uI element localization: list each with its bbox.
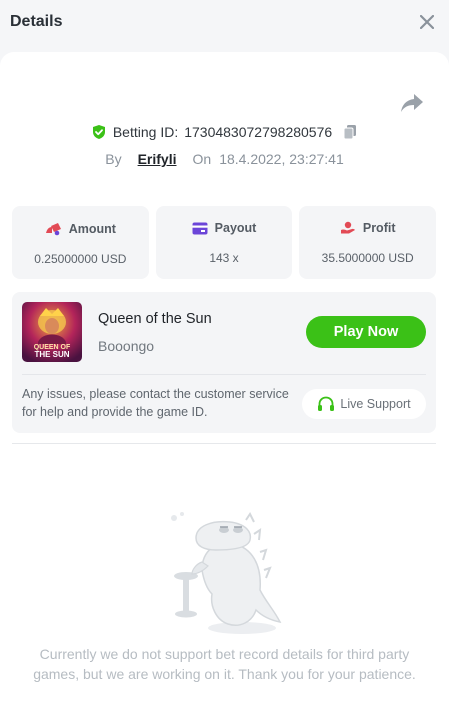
betting-id-label: Betting ID: <box>112 124 179 140</box>
thumb-text-line2: THE SUN <box>34 350 69 359</box>
payout-card-icon <box>192 222 208 234</box>
betting-id-row: Betting ID: 1730483072798280576 <box>0 124 449 140</box>
on-label: On <box>192 151 212 167</box>
betting-id-value: 1730483072798280576 <box>184 124 333 140</box>
bet-meta-row: By Erifyli On 18.4.2022, 23:27:41 <box>0 151 449 167</box>
stat-amount-label: Amount <box>68 221 116 236</box>
unsupported-notice: Currently we do not support bet record d… <box>33 646 416 682</box>
close-icon[interactable] <box>415 10 439 34</box>
divider <box>22 374 426 375</box>
profit-icon <box>340 221 355 234</box>
stat-profit-label: Profit <box>362 221 396 235</box>
page-title: Details <box>10 13 63 30</box>
copy-icon[interactable] <box>342 124 358 140</box>
play-now-button[interactable]: Play Now <box>306 316 426 348</box>
by-label: By <box>105 151 122 167</box>
stats-row: Amount 0.25000000 USD Payout 143 x Profi… <box>12 206 437 279</box>
live-support-label: Live Support <box>340 397 411 411</box>
empty-state-dino-illustration <box>162 510 286 640</box>
stat-payout-value: 143 x <box>209 251 239 265</box>
username-link[interactable]: Erifyli <box>138 151 177 167</box>
amount-icon <box>45 223 61 236</box>
bet-datetime: 18.4.2022, 23:27:41 <box>219 151 344 167</box>
shield-check-icon <box>92 125 105 139</box>
stat-payout: Payout 143 x <box>155 206 293 279</box>
game-name: Queen of the Sun <box>98 311 212 327</box>
stat-payout-label: Payout <box>214 221 257 235</box>
stat-amount: Amount 0.25000000 USD <box>12 206 149 279</box>
stat-profit: Profit 35.5000000 USD <box>299 206 437 279</box>
game-card: QUEEN OF THE SUN Queen of the Sun Booong… <box>12 292 436 433</box>
game-provider: Booongo <box>98 338 155 354</box>
stat-amount-value: 0.25000000 USD <box>34 252 127 266</box>
live-support-button[interactable]: Live Support <box>302 389 426 419</box>
share-icon[interactable] <box>399 92 425 114</box>
details-panel: Betting ID: 1730483072798280576 By Erify… <box>0 52 449 703</box>
section-divider <box>12 443 436 444</box>
issue-text: Any issues, please contact the customer … <box>22 387 289 419</box>
stat-profit-value: 35.5000000 USD <box>321 251 414 265</box>
game-thumbnail[interactable]: QUEEN OF THE SUN <box>22 302 82 362</box>
header: Details <box>0 0 449 44</box>
headset-icon <box>318 396 335 411</box>
